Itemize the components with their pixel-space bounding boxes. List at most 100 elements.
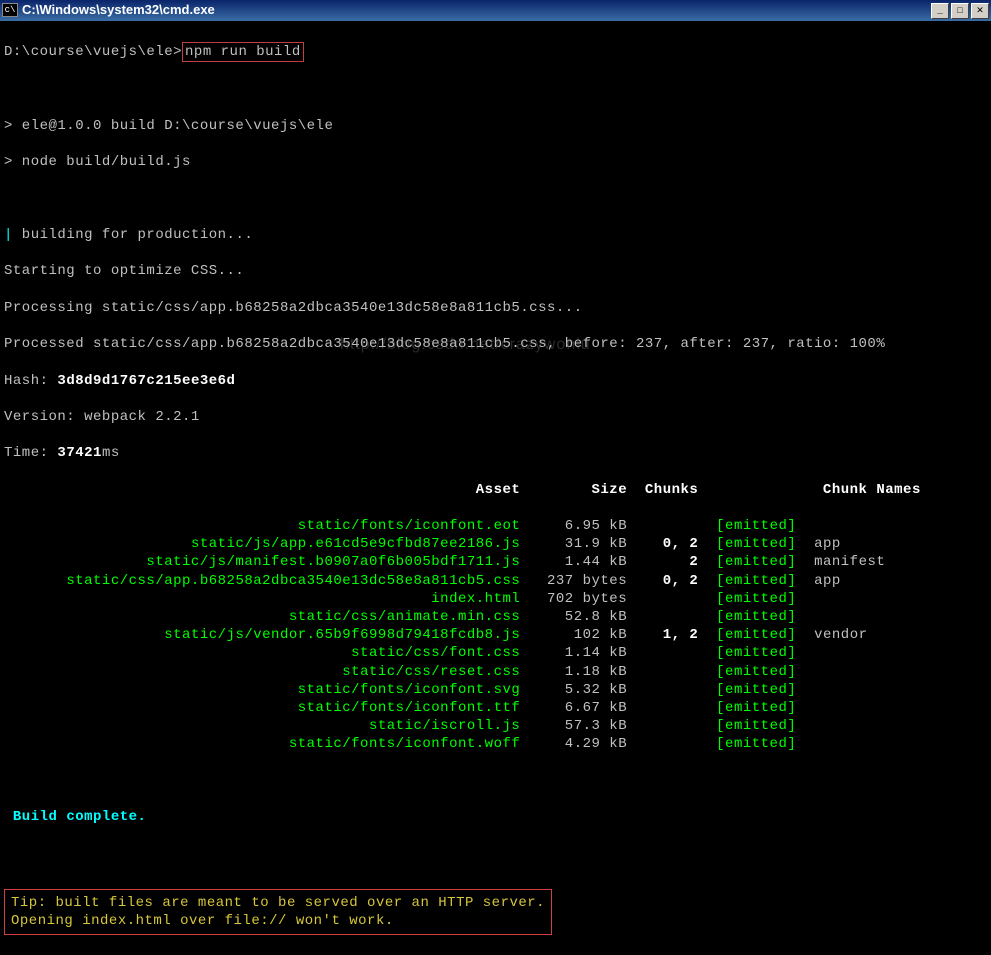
asset-size: 1.18 kB [520, 664, 627, 680]
building-text: building for production... [13, 227, 253, 243]
titlebar: c\ C:\Windows\system32\cmd.exe _ □ ✕ [0, 0, 991, 22]
spinner-icon: | [4, 227, 13, 243]
asset-row: static/fonts/iconfont.woff 4.29 kB [emit… [4, 735, 987, 753]
command-text: npm run build [185, 44, 301, 60]
asset-row: static/css/app.b68258a2dbca3540e13dc58e8… [4, 572, 987, 590]
asset-chunks: 2 [627, 554, 698, 570]
npm-output-1: > ele@1.0.0 build D:\course\vuejs\ele [4, 117, 987, 135]
asset-name: static/css/reset.css [342, 664, 520, 680]
asset-chunks [627, 591, 698, 607]
asset-name: static/fonts/iconfont.svg [298, 682, 521, 698]
asset-chunks [627, 664, 698, 680]
chunk-name [796, 645, 814, 661]
minimize-button[interactable]: _ [931, 3, 949, 19]
hash-value: 3d8d9d1767c215ee3e6d [57, 373, 235, 389]
asset-name: static/css/app.b68258a2dbca3540e13dc58e8… [66, 573, 520, 589]
asset-row: static/js/vendor.65b9f6998d79418fcdb8.js… [4, 626, 987, 644]
emitted-badge: [emitted] [716, 554, 796, 570]
asset-row: static/fonts/iconfont.svg 5.32 kB [emitt… [4, 681, 987, 699]
asset-row: index.html 702 bytes [emitted] [4, 590, 987, 608]
version-label: Version: webpack [4, 409, 155, 425]
version-value: 2.2.1 [155, 409, 200, 425]
chunk-name [796, 682, 814, 698]
asset-row: static/fonts/iconfont.eot 6.95 kB [emitt… [4, 517, 987, 535]
asset-size: 5.32 kB [520, 682, 627, 698]
asset-row: static/js/app.e61cd5e9cfbd87ee2186.js 31… [4, 535, 987, 553]
asset-name: static/js/manifest.b0907a0f6b005bdf1711.… [146, 554, 520, 570]
window-controls: _ □ ✕ [931, 3, 989, 19]
chunk-name: vendor [796, 627, 867, 643]
window-title: C:\Windows\system32\cmd.exe [22, 2, 215, 19]
asset-chunks [627, 645, 698, 661]
asset-size: 57.3 kB [520, 718, 627, 734]
asset-chunks [627, 518, 698, 534]
emitted-badge: [emitted] [716, 609, 796, 625]
asset-chunks [627, 609, 698, 625]
asset-size: 4.29 kB [520, 736, 627, 752]
asset-chunks: 0, 2 [627, 573, 698, 589]
emitted-badge: [emitted] [716, 700, 796, 716]
asset-chunks [627, 700, 698, 716]
terminal-output: D:\course\vuejs\ele>npm run build > ele@… [0, 22, 991, 955]
prompt-path: D:\course\vuejs\ele> [4, 44, 182, 60]
asset-row: static/iscroll.js 57.3 kB [emitted] [4, 717, 987, 735]
asset-chunks [627, 718, 698, 734]
optimize-text: Starting to optimize CSS... [4, 262, 987, 280]
cmd-icon: c\ [2, 3, 18, 17]
asset-size: 702 bytes [520, 591, 627, 607]
asset-name: index.html [431, 591, 520, 607]
asset-row: static/css/animate.min.css 52.8 kB [emit… [4, 608, 987, 626]
emitted-badge: [emitted] [716, 664, 796, 680]
chunk-name: app [796, 536, 841, 552]
emitted-badge: [emitted] [716, 536, 796, 552]
time-label: Time: [4, 445, 57, 461]
emitted-badge: [emitted] [716, 718, 796, 734]
emitted-badge: [emitted] [716, 682, 796, 698]
asset-table-body: static/fonts/iconfont.eot 6.95 kB [emitt… [4, 517, 987, 753]
emitted-badge: [emitted] [716, 627, 796, 643]
asset-name: static/js/app.e61cd5e9cfbd87ee2186.js [191, 536, 520, 552]
chunk-name [796, 518, 814, 534]
chunk-name [796, 609, 814, 625]
chunk-name [796, 591, 814, 607]
time-suffix: ms [102, 445, 120, 461]
asset-size: 52.8 kB [520, 609, 627, 625]
hash-label: Hash: [4, 373, 57, 389]
asset-name: static/fonts/iconfont.eot [298, 518, 521, 534]
asset-name: static/css/animate.min.css [289, 609, 520, 625]
asset-table-header: Asset Size Chunks Chunk Names [4, 481, 987, 499]
chunk-name [796, 664, 814, 680]
asset-name: static/iscroll.js [369, 718, 520, 734]
tip-line-2: Opening index.html over file:// won't wo… [11, 913, 394, 929]
close-button[interactable]: ✕ [971, 3, 989, 19]
asset-size: 6.67 kB [520, 700, 627, 716]
emitted-badge: [emitted] [716, 518, 796, 534]
emitted-badge: [emitted] [716, 573, 796, 589]
asset-chunks: 0, 2 [627, 536, 698, 552]
asset-chunks: 1, 2 [627, 627, 698, 643]
asset-row: static/css/font.css 1.14 kB [emitted] [4, 644, 987, 662]
asset-row: static/css/reset.css 1.18 kB [emitted] [4, 663, 987, 681]
processed-text: Processed static/css/app.b68258a2dbca354… [4, 335, 987, 353]
chunk-name [796, 718, 814, 734]
asset-size: 1.14 kB [520, 645, 627, 661]
tip-line-1: Tip: built files are meant to be served … [11, 895, 545, 911]
asset-size: 102 kB [520, 627, 627, 643]
asset-chunks [627, 682, 698, 698]
time-value: 37421 [57, 445, 102, 461]
chunk-name [796, 736, 814, 752]
maximize-button[interactable]: □ [951, 3, 969, 19]
asset-row: static/fonts/iconfont.ttf 6.67 kB [emitt… [4, 699, 987, 717]
processing-text: Processing static/css/app.b68258a2dbca35… [4, 299, 987, 317]
asset-chunks [627, 736, 698, 752]
cmd-window: c\ C:\Windows\system32\cmd.exe _ □ ✕ D:\… [0, 0, 991, 645]
asset-size: 31.9 kB [520, 536, 627, 552]
asset-name: static/js/vendor.65b9f6998d79418fcdb8.js [164, 627, 520, 643]
asset-name: static/css/font.css [351, 645, 520, 661]
chunk-name: manifest [796, 554, 885, 570]
asset-size: 6.95 kB [520, 518, 627, 534]
asset-row: static/js/manifest.b0907a0f6b005bdf1711.… [4, 553, 987, 571]
build-complete: Build complete. [13, 809, 147, 825]
asset-name: static/fonts/iconfont.woff [289, 736, 520, 752]
asset-size: 237 bytes [520, 573, 627, 589]
